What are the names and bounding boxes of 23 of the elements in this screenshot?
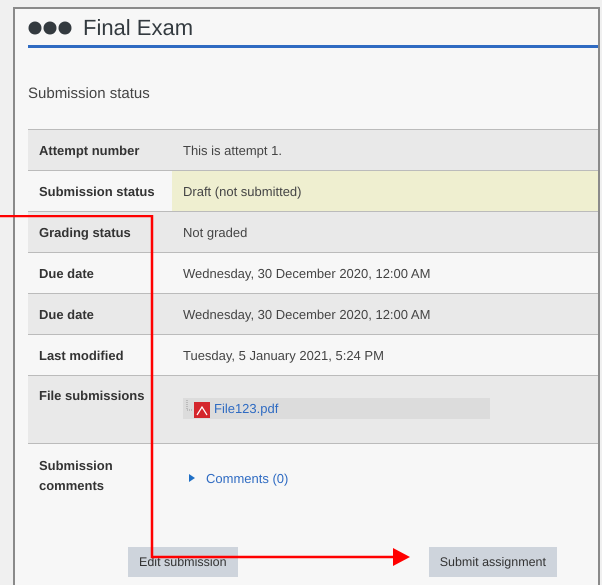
row-label: Grading status xyxy=(38,224,132,242)
caret-icon xyxy=(188,473,196,483)
row-label: Due date xyxy=(38,264,95,282)
row-label: Last modified xyxy=(38,346,125,364)
page-title: Final Exam xyxy=(83,15,194,41)
comments-toggle[interactable]: Comments (0) xyxy=(183,470,288,486)
row-value: This is attempt 1. xyxy=(183,142,282,158)
row-label: Due date xyxy=(38,306,95,324)
row-label: Submission status xyxy=(38,182,156,200)
row-value: Draft (not submitted) xyxy=(183,184,302,198)
dots-icon xyxy=(28,21,72,35)
row-label: Attempt number xyxy=(38,142,140,160)
action-button[interactable]: Submit assignment xyxy=(428,547,557,577)
row-label: File submissions xyxy=(38,387,146,405)
row-value: Tuesday, 5 January 2021, 5:24 PM xyxy=(183,348,384,362)
file-link[interactable]: File123.pdf xyxy=(214,401,278,416)
section-heading: Submission status xyxy=(28,85,151,104)
row-value: Wednesday, 30 December 2020, 12:00 AM xyxy=(183,266,430,280)
row-value: Wednesday, 30 December 2020, 12:00 AM xyxy=(183,306,430,322)
action-button[interactable]: Edit submission xyxy=(128,547,238,577)
pdf-file-icon xyxy=(186,398,210,418)
row-value: Not graded xyxy=(183,224,248,240)
row-label: Submission comments xyxy=(38,457,114,495)
